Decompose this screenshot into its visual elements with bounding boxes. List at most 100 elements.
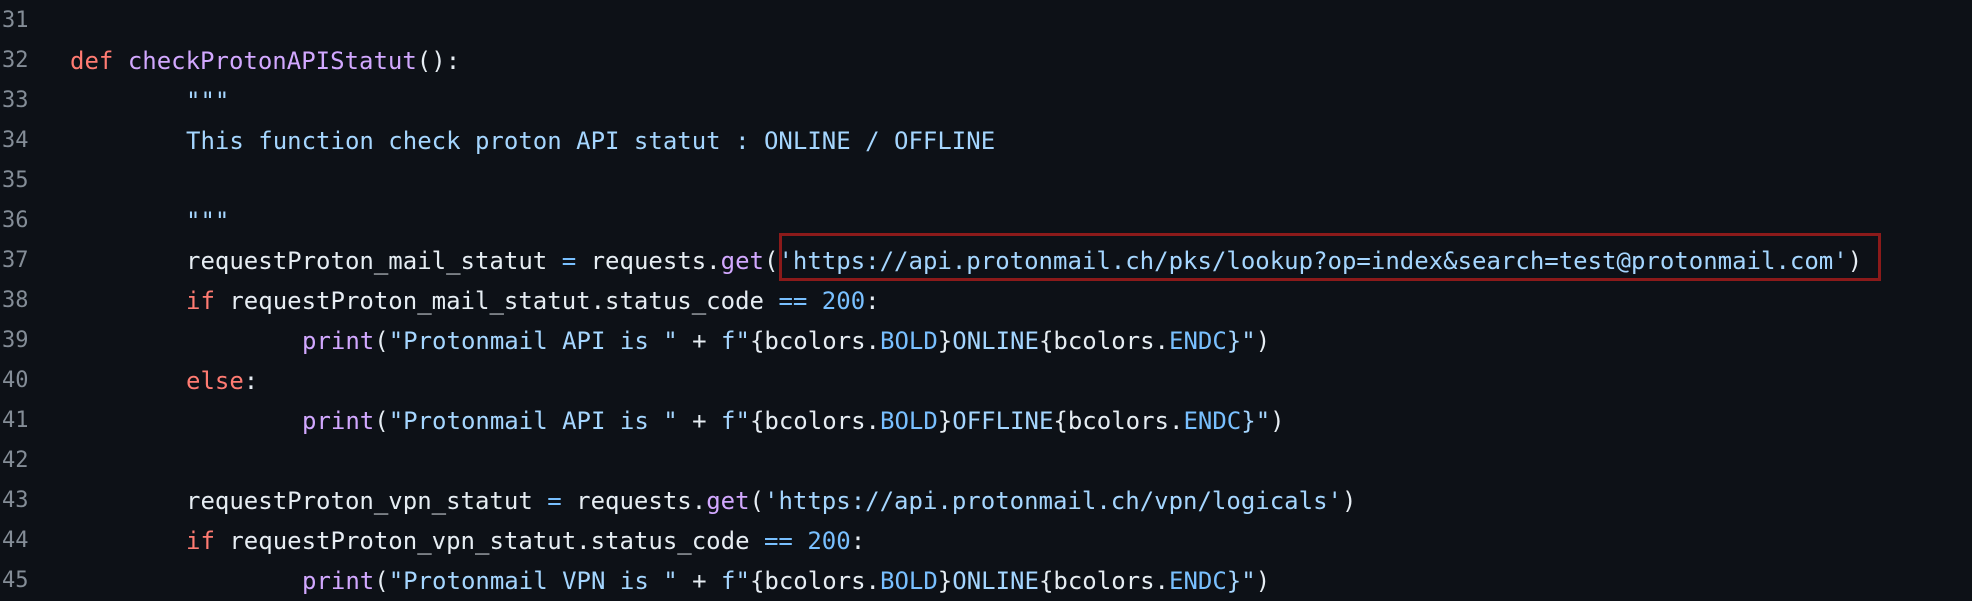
code-text: if requestProton_mail_statut.status_code… <box>186 281 880 321</box>
method-name: get <box>720 247 764 275</box>
code-line: 32 def checkProtonAPIStatut(): <box>0 41 1972 81</box>
attribute: BOLD <box>880 327 938 355</box>
attribute: ENDC <box>1169 567 1227 595</box>
code-token: ( <box>374 407 389 435</box>
operator: == <box>763 527 793 555</box>
string: OFFLINE <box>952 407 1054 435</box>
keyword-else: else <box>186 367 244 395</box>
code-token: ) <box>1255 567 1271 595</box>
code-line: 35 <box>0 161 1972 201</box>
line-number: 35 <box>2 168 29 193</box>
function-call: print <box>302 567 375 595</box>
string: "Protonmail API is " <box>388 407 678 435</box>
line-number: 40 <box>2 368 29 393</box>
line-number: 39 <box>2 328 29 353</box>
code-token: + <box>677 407 722 435</box>
attribute: ENDC <box>1183 407 1242 435</box>
string: ONLINE <box>952 327 1039 355</box>
code-token: requests. <box>561 487 707 515</box>
string: f" <box>721 407 750 435</box>
code-text: def checkProtonAPIStatut(): <box>70 41 460 81</box>
code-token: + <box>677 327 722 355</box>
code-line: 44 if requestProton_vpn_statut.status_co… <box>0 521 1972 561</box>
code-token: {bcolors. <box>1038 567 1169 595</box>
line-number: 36 <box>2 208 29 233</box>
function-call: print <box>302 327 375 355</box>
line-number: 38 <box>2 288 29 313</box>
code-token: } <box>937 327 953 355</box>
line-number: 31 <box>2 8 29 33</box>
code-token: {bcolors. <box>749 327 880 355</box>
code-token: : <box>850 527 866 555</box>
string: }" <box>1241 407 1271 435</box>
line-number: 32 <box>2 48 29 73</box>
line-number: 45 <box>2 568 29 593</box>
code-token: ) <box>1255 327 1271 355</box>
code-line: 33 """ <box>0 81 1972 121</box>
attribute: BOLD <box>880 567 938 595</box>
code-token: (): <box>416 47 461 75</box>
code-token: requestProton_mail_statut.status_code <box>214 287 779 315</box>
code-view: 31 32 def checkProtonAPIStatut(): 33 """… <box>0 0 1972 595</box>
code-token: ) <box>1270 407 1285 435</box>
function-name: checkProtonAPIStatut <box>127 47 417 75</box>
code-line: 39 print("Protonmail API is " + f"{bcolo… <box>0 321 1972 361</box>
docstring: """ <box>186 87 230 115</box>
line-number: 41 <box>2 408 29 433</box>
string: "Protonmail API is " <box>388 327 678 355</box>
string: f" <box>721 327 750 355</box>
code-text: print("Protonmail VPN is " + f"{bcolors.… <box>302 561 1270 601</box>
keyword-def: def <box>70 47 114 75</box>
attribute: BOLD <box>880 407 938 435</box>
string: "Protonmail VPN is " <box>388 567 678 595</box>
line-number: 37 <box>2 248 29 273</box>
code-text: print("Protonmail API is " + f"{bcolors.… <box>302 401 1285 441</box>
line-number: 42 <box>2 448 29 473</box>
method-name: get <box>706 487 750 515</box>
code-token: ( <box>374 567 389 595</box>
code-text: if requestProton_vpn_statut.status_code … <box>186 521 865 561</box>
code-text: else: <box>186 361 258 401</box>
string: ONLINE <box>952 567 1039 595</box>
operator: = <box>547 487 562 515</box>
code-token: ) <box>1341 487 1357 515</box>
code-line: 38 if requestProton_mail_statut.status_c… <box>0 281 1972 321</box>
code-line: 45 print("Protonmail VPN is " + f"{bcolo… <box>0 561 1972 601</box>
code-token: ( <box>749 487 764 515</box>
docstring: This function check proton API statut : … <box>186 127 996 155</box>
code-line: 40 else: <box>0 361 1972 401</box>
code-token: requests. <box>576 247 721 275</box>
code-line: 31 <box>0 1 1972 41</box>
function-call: print <box>302 407 375 435</box>
string: f" <box>721 567 750 595</box>
operator: = <box>561 247 577 275</box>
string: }" <box>1226 567 1256 595</box>
code-token: : <box>865 287 880 315</box>
code-token: ( <box>374 327 389 355</box>
code-token: : <box>243 367 259 395</box>
variable: requestProton_mail_statut <box>186 247 562 275</box>
code-line: 43 requestProton_vpn_statut = requests.g… <box>0 481 1972 521</box>
line-number: 33 <box>2 88 29 113</box>
operator: == <box>778 287 808 315</box>
code-line: 41 print("Protonmail API is " + f"{bcolo… <box>0 401 1972 441</box>
docstring: """ <box>186 207 230 235</box>
line-number: 44 <box>2 528 29 553</box>
keyword-if: if <box>186 527 215 555</box>
line-number: 34 <box>2 128 29 153</box>
code-token: {bcolors. <box>1053 407 1184 435</box>
number: 200 <box>792 527 851 555</box>
code-token: ( <box>764 247 779 275</box>
url-string: 'https://api.protonmail.ch/vpn/logicals' <box>764 487 1342 515</box>
keyword-if: if <box>186 287 215 315</box>
line-number: 43 <box>2 488 29 513</box>
code-line: 34 This function check proton API statut… <box>0 121 1972 161</box>
code-token: requestProton_vpn_statut.status_code <box>214 527 764 555</box>
code-text: print("Protonmail API is " + f"{bcolors.… <box>302 321 1270 361</box>
number: 200 <box>807 287 866 315</box>
code-token: {bcolors. <box>1038 327 1169 355</box>
string: }" <box>1226 327 1256 355</box>
variable: requestProton_vpn_statut <box>186 487 548 515</box>
url-highlight-box <box>779 233 1881 281</box>
code-token: {bcolors. <box>749 407 880 435</box>
